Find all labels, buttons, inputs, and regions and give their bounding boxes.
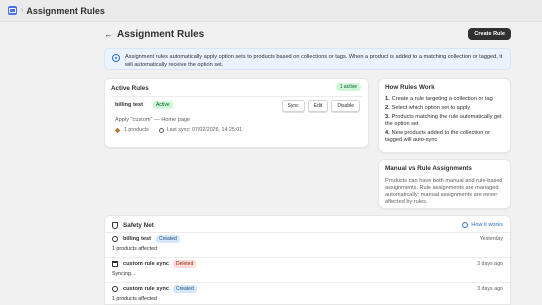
log-row[interactable]: custom rule sync Deleted 3 days ago Sync… bbox=[105, 257, 510, 280]
manual-vs-rule-text: Products can have both manual and rule-b… bbox=[385, 178, 503, 205]
sync-icon bbox=[112, 236, 118, 242]
breadcrumb-chevron-icon: › bbox=[21, 7, 24, 14]
created-badge: Created bbox=[173, 285, 197, 293]
info-banner: Assignment rules automatically apply opt… bbox=[104, 48, 511, 70]
last-sync: Last sync: 07/02/2026, 14:25:01 bbox=[166, 127, 243, 133]
log-detail: 1 products affected bbox=[112, 296, 157, 302]
log-name: billing test bbox=[123, 236, 151, 242]
how-rules-work-heading: How Rules Work bbox=[385, 84, 435, 91]
tag-icon bbox=[114, 127, 121, 133]
safety-net-header: Safety Net bbox=[112, 222, 154, 229]
log-detail: Syncing... bbox=[112, 271, 136, 277]
trash-icon bbox=[112, 261, 118, 267]
topbar-title: Assignment Rules bbox=[26, 5, 105, 16]
top-bar: › Assignment Rules bbox=[0, 0, 542, 22]
status-badge: Active bbox=[153, 101, 173, 109]
rule-row: billing test Active Sync Edit Disable Ap… bbox=[111, 96, 363, 143]
disable-button[interactable]: Disable bbox=[331, 100, 360, 112]
clock-icon bbox=[158, 127, 164, 133]
app-icon[interactable] bbox=[8, 6, 17, 15]
sync-button[interactable]: Sync bbox=[281, 100, 305, 112]
log-name: custom rule sync bbox=[123, 261, 170, 267]
step-item: 2. Select which option set to apply bbox=[385, 105, 471, 111]
safety-net-heading: Safety Net bbox=[123, 222, 154, 229]
rule-meta: 1 products Last sync: 07/02/2026, 14:25:… bbox=[114, 127, 243, 133]
steps-list: 1. Create a rule targeting a collection o… bbox=[385, 96, 504, 144]
how-rules-work-card: How Rules Work 1. Create a rule targeting… bbox=[378, 78, 511, 153]
banner-text: Assignment rules automatically apply opt… bbox=[125, 54, 503, 68]
how-it-works-label: How it works bbox=[471, 222, 503, 228]
step-item: 1. Create a rule targeting a collection o… bbox=[385, 96, 493, 102]
safety-net-card: Safety Net How it works billing test Cre… bbox=[104, 215, 511, 305]
step-item: 4. New products added to the collection o… bbox=[385, 130, 490, 143]
active-rules-card: Active Rules 1 active billing test Activ… bbox=[104, 78, 369, 148]
log-time: 3 days ago bbox=[477, 261, 503, 267]
rule-description: Apply "custom" — Home page bbox=[115, 117, 191, 123]
deleted-badge: Deleted bbox=[173, 260, 197, 268]
log-time: Yesterday bbox=[479, 236, 503, 242]
products-count: 1 products bbox=[124, 127, 149, 133]
created-badge: Created bbox=[156, 235, 180, 243]
page-title: Assignment Rules bbox=[117, 28, 205, 40]
log-row[interactable]: billing test Created Yesterday 1 product… bbox=[105, 232, 510, 255]
rule-name: billing test bbox=[115, 102, 143, 108]
info-icon bbox=[462, 222, 469, 228]
manual-vs-rule-heading: Manual vs Rule Assignments bbox=[385, 165, 472, 172]
log-name: custom rule sync bbox=[123, 286, 170, 292]
active-count-badge: 1 active bbox=[335, 83, 361, 91]
page-header: ← Assignment Rules Create Rule bbox=[104, 26, 512, 42]
edit-button[interactable]: Edit bbox=[307, 100, 329, 112]
manual-vs-rule-card: Manual vs Rule Assignments Products can … bbox=[378, 159, 511, 209]
sync-icon bbox=[112, 286, 118, 292]
info-icon bbox=[112, 54, 120, 62]
log-time: 3 days ago bbox=[477, 286, 503, 292]
step-item: 3. Products matching the rule automatical… bbox=[385, 114, 502, 127]
rule-actions: Sync Edit Disable bbox=[281, 100, 360, 112]
how-it-works-link[interactable]: How it works bbox=[462, 222, 503, 228]
create-rule-button[interactable]: Create Rule bbox=[468, 28, 511, 40]
active-rules-heading: Active Rules bbox=[111, 85, 149, 92]
log-detail: 1 products affected bbox=[112, 246, 157, 252]
log-row[interactable]: custom rule sync Created 3 days ago 1 pr… bbox=[105, 282, 510, 305]
back-arrow-icon[interactable]: ← bbox=[104, 29, 116, 39]
shield-icon bbox=[112, 222, 118, 229]
